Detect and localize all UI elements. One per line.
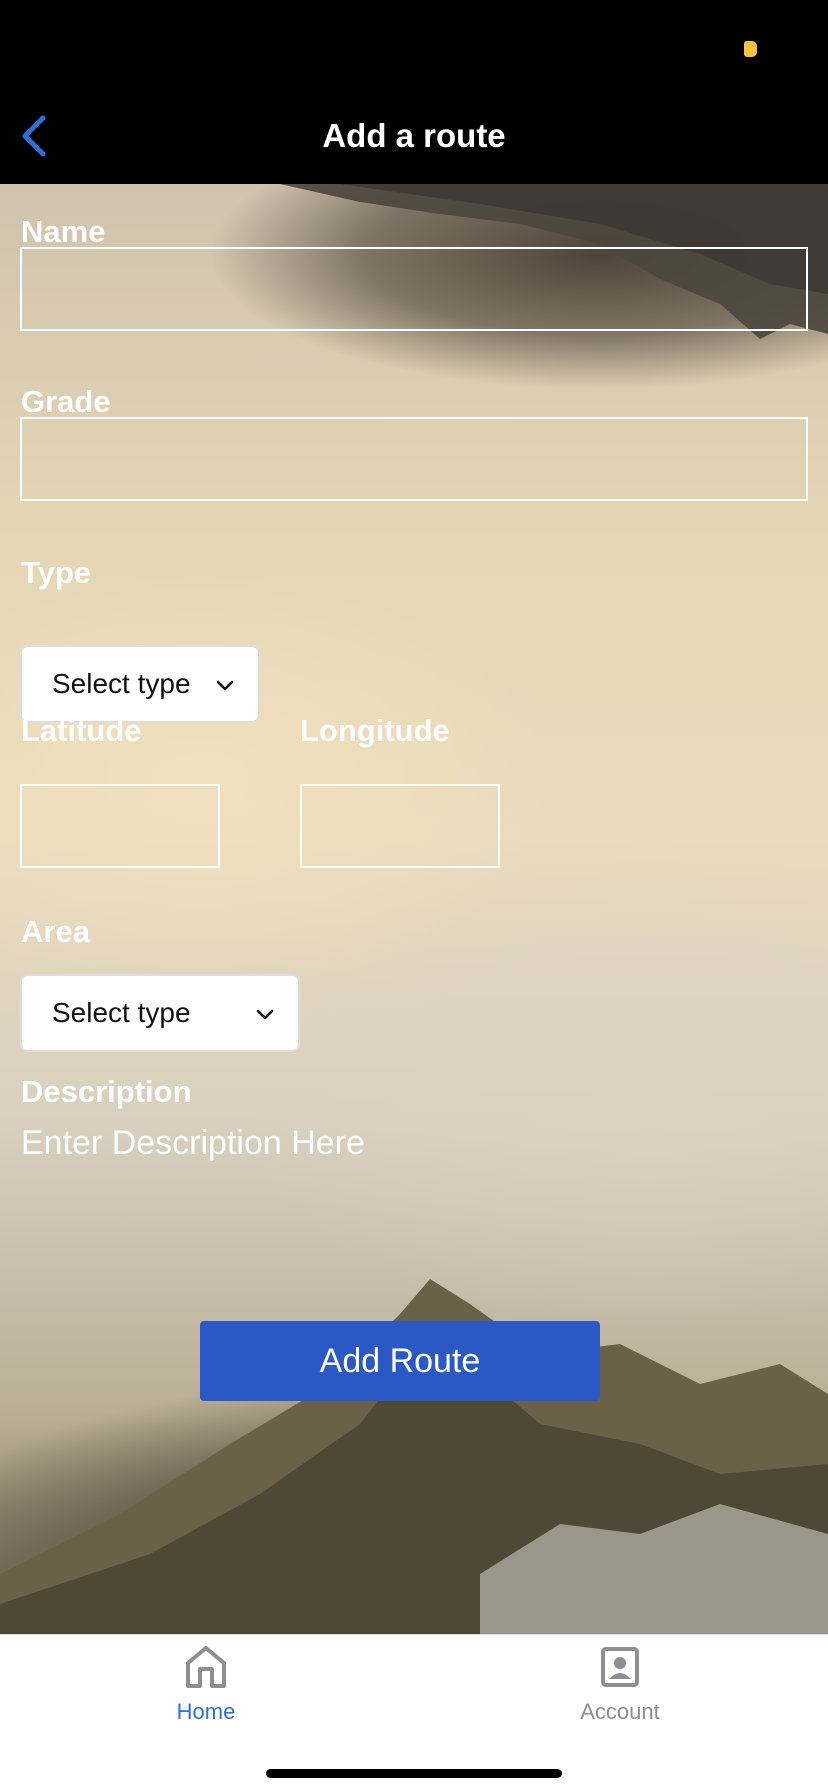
type-label: Type: [21, 555, 92, 590]
name-input[interactable]: [20, 247, 808, 331]
grade-label: Grade: [21, 384, 111, 419]
chevron-down-icon: [256, 1009, 274, 1020]
longitude-input[interactable]: [300, 784, 500, 868]
chevron-down-icon: [216, 680, 234, 691]
tab-account-label: Account: [580, 1699, 660, 1724]
add-route-button[interactable]: Add Route: [200, 1321, 600, 1401]
type-select[interactable]: Select type: [20, 645, 260, 723]
longitude-label: Longitude: [300, 713, 450, 748]
home-icon: [186, 1646, 226, 1688]
tab-home[interactable]: Home: [106, 1635, 306, 1735]
grade-input[interactable]: [20, 417, 808, 501]
home-indicator: [266, 1769, 562, 1778]
form-container: Name Grade Type Select type Latitude Lon…: [0, 184, 828, 1634]
tab-account[interactable]: Account: [520, 1635, 720, 1735]
status-bar: [0, 0, 828, 88]
account-icon: [601, 1647, 639, 1687]
navigation-bar: Add a route: [0, 88, 828, 184]
area-select[interactable]: Select type: [20, 974, 300, 1052]
tab-home-label: Home: [176, 1699, 236, 1724]
latitude-input[interactable]: [20, 784, 220, 868]
description-label: Description: [21, 1074, 192, 1109]
type-select-text: Select type: [52, 668, 191, 699]
area-label: Area: [21, 914, 90, 949]
tab-bar: Home Account: [0, 1634, 828, 1792]
latitude-label: Latitude: [21, 713, 142, 748]
description-input[interactable]: Enter Description Here: [21, 1124, 365, 1163]
area-select-text: Select type: [52, 997, 191, 1028]
page-title: Add a route: [322, 117, 506, 154]
name-label: Name: [21, 214, 106, 249]
status-indicator-icon: [744, 41, 757, 57]
